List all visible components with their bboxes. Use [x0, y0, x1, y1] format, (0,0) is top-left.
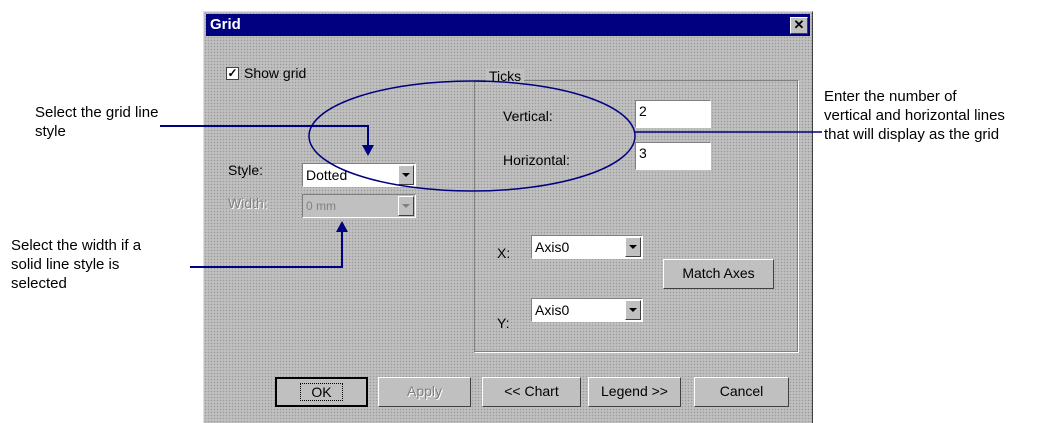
apply-button[interactable]: Apply: [378, 377, 471, 407]
ticks-group-title: Ticks: [486, 68, 525, 84]
close-icon[interactable]: ✕: [790, 17, 808, 34]
dialog-title: Grid: [210, 16, 241, 33]
back-to-chart-button[interactable]: << Chart: [482, 377, 581, 407]
horizontal-label: Horizontal:: [503, 152, 570, 168]
style-annotation-line: Select the grid line: [35, 104, 159, 121]
title-bar: Grid ✕: [206, 14, 810, 36]
cancel-button[interactable]: Cancel: [694, 377, 789, 407]
y-axis-select[interactable]: Axis0: [531, 298, 643, 322]
width-annotation-line: Select the width if a: [11, 237, 142, 254]
ticks-annotation-line: that will display as the grid: [824, 126, 1000, 143]
show-grid-checkbox[interactable]: ✓: [226, 67, 239, 80]
x-axis-select[interactable]: Axis0: [531, 235, 643, 259]
ticks-annotation-line: vertical and horizontal lines: [824, 107, 1005, 124]
width-annotation-line: selected: [11, 275, 67, 292]
width-select-value: 0 mm: [306, 199, 336, 213]
legend-button[interactable]: Legend >>: [588, 377, 681, 407]
vertical-ticks-input[interactable]: 2: [635, 100, 711, 128]
y-axis-select-value: Axis0: [535, 302, 570, 318]
vertical-label: Vertical:: [503, 108, 553, 124]
width-label: Width:: [228, 195, 268, 211]
x-axis-select-value: Axis0: [535, 239, 570, 255]
width-annotation-line: solid line style is: [11, 256, 120, 273]
width-select[interactable]: 0 mm: [302, 194, 416, 218]
style-select[interactable]: Dotted: [302, 163, 416, 187]
ok-button[interactable]: OK: [275, 377, 368, 407]
ticks-annotation: Enter the number of vertical and horizon…: [824, 87, 1005, 144]
ticks-annotation-line: Enter the number of: [824, 88, 957, 105]
chevron-down-icon[interactable]: [398, 165, 414, 185]
y-axis-label: Y:: [497, 315, 510, 331]
style-select-value: Dotted: [306, 167, 348, 183]
style-label: Style:: [228, 162, 264, 178]
style-annotation: Select the grid line style: [35, 103, 158, 141]
show-grid-label: Show grid: [244, 65, 307, 81]
chevron-down-icon[interactable]: [625, 300, 641, 320]
chevron-down-icon[interactable]: [398, 196, 414, 216]
grid-dialog: Grid ✕ ✓ Show grid Style: Dotted Width: …: [203, 11, 813, 423]
chevron-down-icon[interactable]: [625, 237, 641, 257]
width-annotation: Select the width if a solid line style i…: [11, 236, 141, 293]
match-axes-button[interactable]: Match Axes: [663, 259, 774, 289]
style-annotation-line: style: [35, 123, 66, 140]
x-axis-label: X:: [497, 245, 511, 261]
ok-button-label: OK: [300, 383, 343, 401]
horizontal-ticks-input[interactable]: 3: [635, 142, 711, 170]
